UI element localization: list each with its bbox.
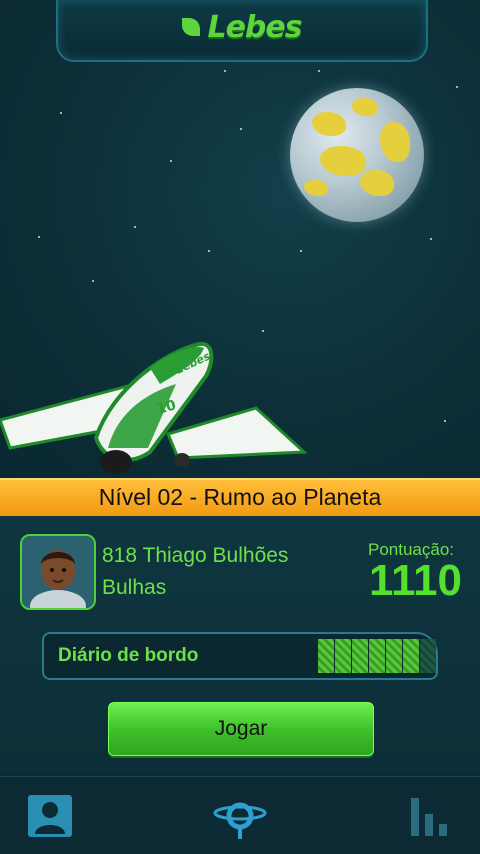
star — [170, 160, 172, 162]
planet-ring-icon — [213, 802, 267, 839]
tab-ranking[interactable] — [398, 789, 458, 843]
header-tab: Lebes — [56, 0, 428, 62]
logbook-progress — [318, 639, 436, 673]
ranking-bars-icon — [411, 798, 447, 836]
bottom-nav — [0, 776, 480, 854]
tab-profile[interactable] — [20, 789, 80, 843]
avatar-icon — [22, 536, 94, 608]
progress-segment — [420, 639, 436, 673]
logbook-label: Diário de bordo — [58, 645, 199, 666]
star — [456, 86, 458, 88]
star — [92, 280, 94, 282]
brand-logo: Lebes — [58, 10, 426, 45]
star — [240, 128, 242, 130]
profile-icon — [28, 795, 72, 837]
logbook-button[interactable]: Diário de bordo — [42, 632, 438, 680]
progress-segment — [335, 639, 351, 673]
player-name: 818 Thiago Bulhões Bulhas — [102, 544, 289, 599]
star — [430, 238, 432, 240]
play-button[interactable]: Jogar — [108, 702, 374, 756]
planet — [290, 88, 424, 222]
progress-segment — [403, 639, 419, 673]
level-banner: Nível 02 - Rumo ao Planeta — [0, 478, 480, 518]
star — [300, 250, 302, 252]
star — [318, 70, 320, 72]
spaceship: 10 Lebes — [0, 341, 308, 474]
avatar[interactable] — [20, 534, 96, 610]
star — [60, 112, 62, 114]
tab-journey[interactable] — [210, 789, 270, 843]
level-title: Nível 02 - Rumo ao Planeta — [98, 484, 382, 510]
star — [134, 226, 136, 228]
progress-segment — [386, 639, 402, 673]
star — [444, 420, 446, 422]
star — [208, 250, 210, 252]
leaf-icon — [182, 17, 201, 36]
progress-segment — [369, 639, 385, 673]
score-value: 1110 — [368, 556, 462, 605]
star — [38, 236, 40, 238]
star — [224, 70, 226, 72]
progress-segment — [318, 639, 334, 673]
logo-text: Lebes — [207, 10, 302, 45]
space-scene: Lebes 10 Lebes — [0, 0, 480, 478]
progress-segment — [352, 639, 368, 673]
